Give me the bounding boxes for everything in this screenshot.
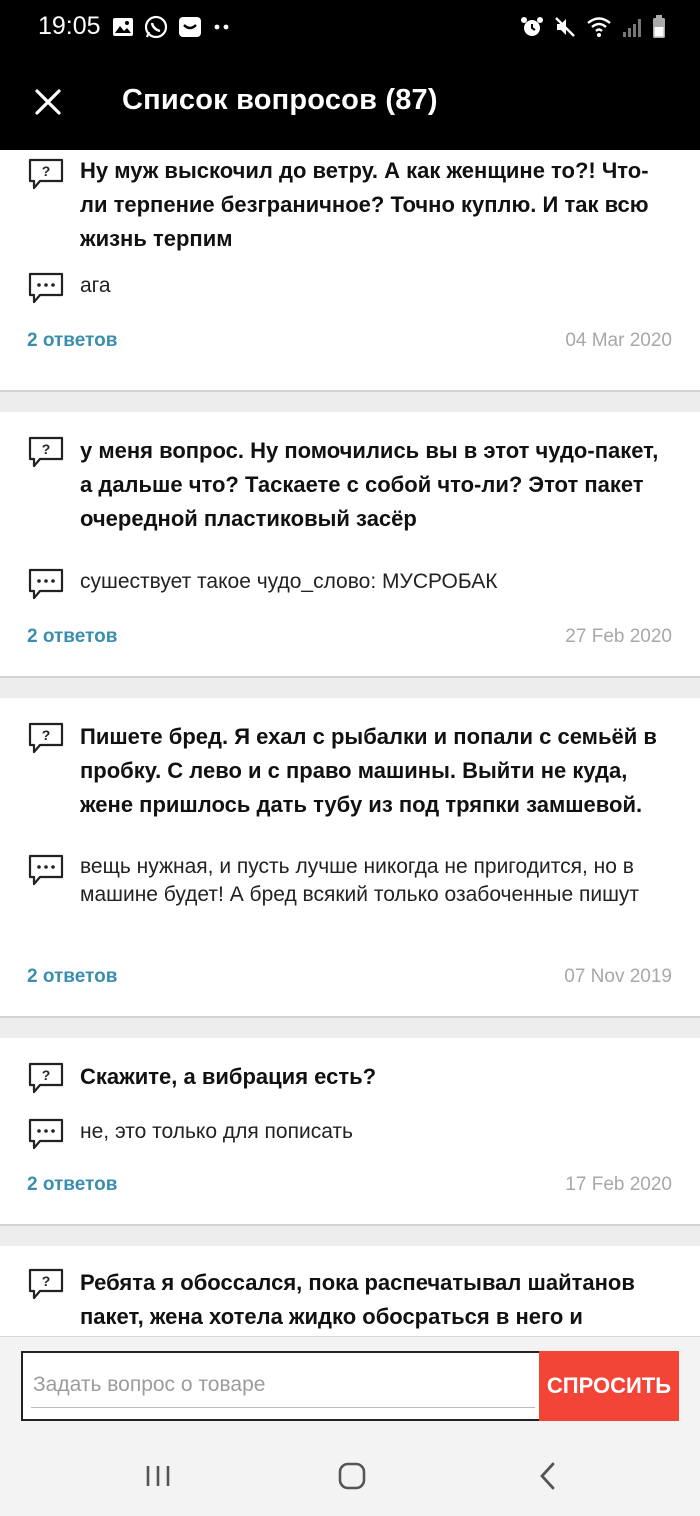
signal-icon xyxy=(623,19,641,37)
status-bar: 19:05 xyxy=(0,0,700,56)
question-bubble-icon: ? xyxy=(28,158,64,190)
answer-text: ага xyxy=(80,274,111,297)
close-button[interactable] xyxy=(26,80,70,124)
mute-icon xyxy=(555,17,575,37)
back-button[interactable] xyxy=(528,1456,568,1496)
question-card[interactable]: ? Пишете бред. Я ехал с рыбалки и попали… xyxy=(0,698,700,1018)
svg-text:?: ? xyxy=(42,727,51,743)
alarm-icon xyxy=(521,17,543,36)
back-icon xyxy=(540,1462,555,1490)
answers-link[interactable]: 2 ответов xyxy=(27,1174,117,1196)
question-text: Ребята я обоссался, пока распечатывал ша… xyxy=(80,1270,635,1329)
home-icon xyxy=(338,1462,366,1490)
gallery-icon xyxy=(113,18,133,36)
answer-bubble-icon xyxy=(28,1118,64,1150)
svg-text:?: ? xyxy=(42,1273,51,1289)
question-date: 27 Feb 2020 xyxy=(565,626,672,647)
status-time: 19:05 xyxy=(38,12,101,40)
question-card[interactable]: ? у меня вопрос. Ну помочились вы в этот… xyxy=(0,412,700,678)
answer-bubble-icon xyxy=(28,568,64,600)
question-date: 07 Nov 2019 xyxy=(564,966,672,987)
recent-apps-button[interactable] xyxy=(138,1456,178,1496)
system-navigation-bar xyxy=(0,1434,700,1516)
wifi-icon xyxy=(587,17,611,37)
question-date: 17 Feb 2020 xyxy=(565,1174,672,1195)
question-bubble-icon: ? xyxy=(28,1268,64,1300)
svg-text:?: ? xyxy=(42,163,51,179)
question-date: 04 Mar 2020 xyxy=(565,330,672,351)
notification-icons xyxy=(112,14,232,40)
question-list[interactable]: ? Ну муж выскочил до ветру. А как женщин… xyxy=(0,150,700,1336)
box-icon xyxy=(179,17,201,37)
ask-bar: СПРОСИТЬ xyxy=(0,1336,700,1435)
answer-text: сушествует такое чудо_слово: МУСРОБАК xyxy=(80,570,498,593)
app-bar: Список вопросов (87) xyxy=(0,56,700,150)
answer-text: не, это только для пописать xyxy=(80,1120,353,1143)
page-title: Список вопросов (87) xyxy=(122,84,438,116)
question-text: Пишете бред. Я ехал с рыбалки и попали с… xyxy=(80,724,657,817)
question-card[interactable]: ? Скажите, а вибрация есть? не, это толь… xyxy=(0,1038,700,1226)
more-dots-icon xyxy=(214,24,229,30)
whatsapp-icon xyxy=(144,15,168,39)
ask-button[interactable]: СПРОСИТЬ xyxy=(539,1351,679,1421)
svg-text:?: ? xyxy=(42,441,51,457)
answer-text: вещь нужная, и пусть лучше никогда не пр… xyxy=(80,855,640,906)
question-card[interactable]: ? Ребята я обоссался, пока распечатывал … xyxy=(0,1246,700,1336)
answers-link[interactable]: 2 ответов xyxy=(27,330,117,352)
answer-bubble-icon xyxy=(28,854,64,886)
close-icon xyxy=(35,89,61,115)
recent-apps-icon xyxy=(146,1466,170,1486)
answer-bubble-icon xyxy=(28,272,64,304)
svg-text:?: ? xyxy=(42,1067,51,1083)
battery-icon xyxy=(653,15,665,38)
question-bubble-icon: ? xyxy=(28,722,64,754)
home-button[interactable] xyxy=(332,1456,372,1496)
question-bubble-icon: ? xyxy=(28,436,64,468)
question-text: Ну муж выскочил до ветру. А как женщине … xyxy=(80,158,649,251)
question-card[interactable]: ? Ну муж выскочил до ветру. А как женщин… xyxy=(0,150,700,392)
answers-link[interactable]: 2 ответов xyxy=(27,626,117,648)
system-icons xyxy=(520,14,666,40)
question-text: у меня вопрос. Ну помочились вы в этот ч… xyxy=(80,438,659,531)
ask-input-box xyxy=(21,1351,539,1421)
question-text: Скажите, а вибрация есть? xyxy=(80,1064,377,1089)
ask-question-input[interactable] xyxy=(31,1363,535,1408)
answers-link[interactable]: 2 ответов xyxy=(27,966,117,988)
question-bubble-icon: ? xyxy=(28,1062,64,1094)
